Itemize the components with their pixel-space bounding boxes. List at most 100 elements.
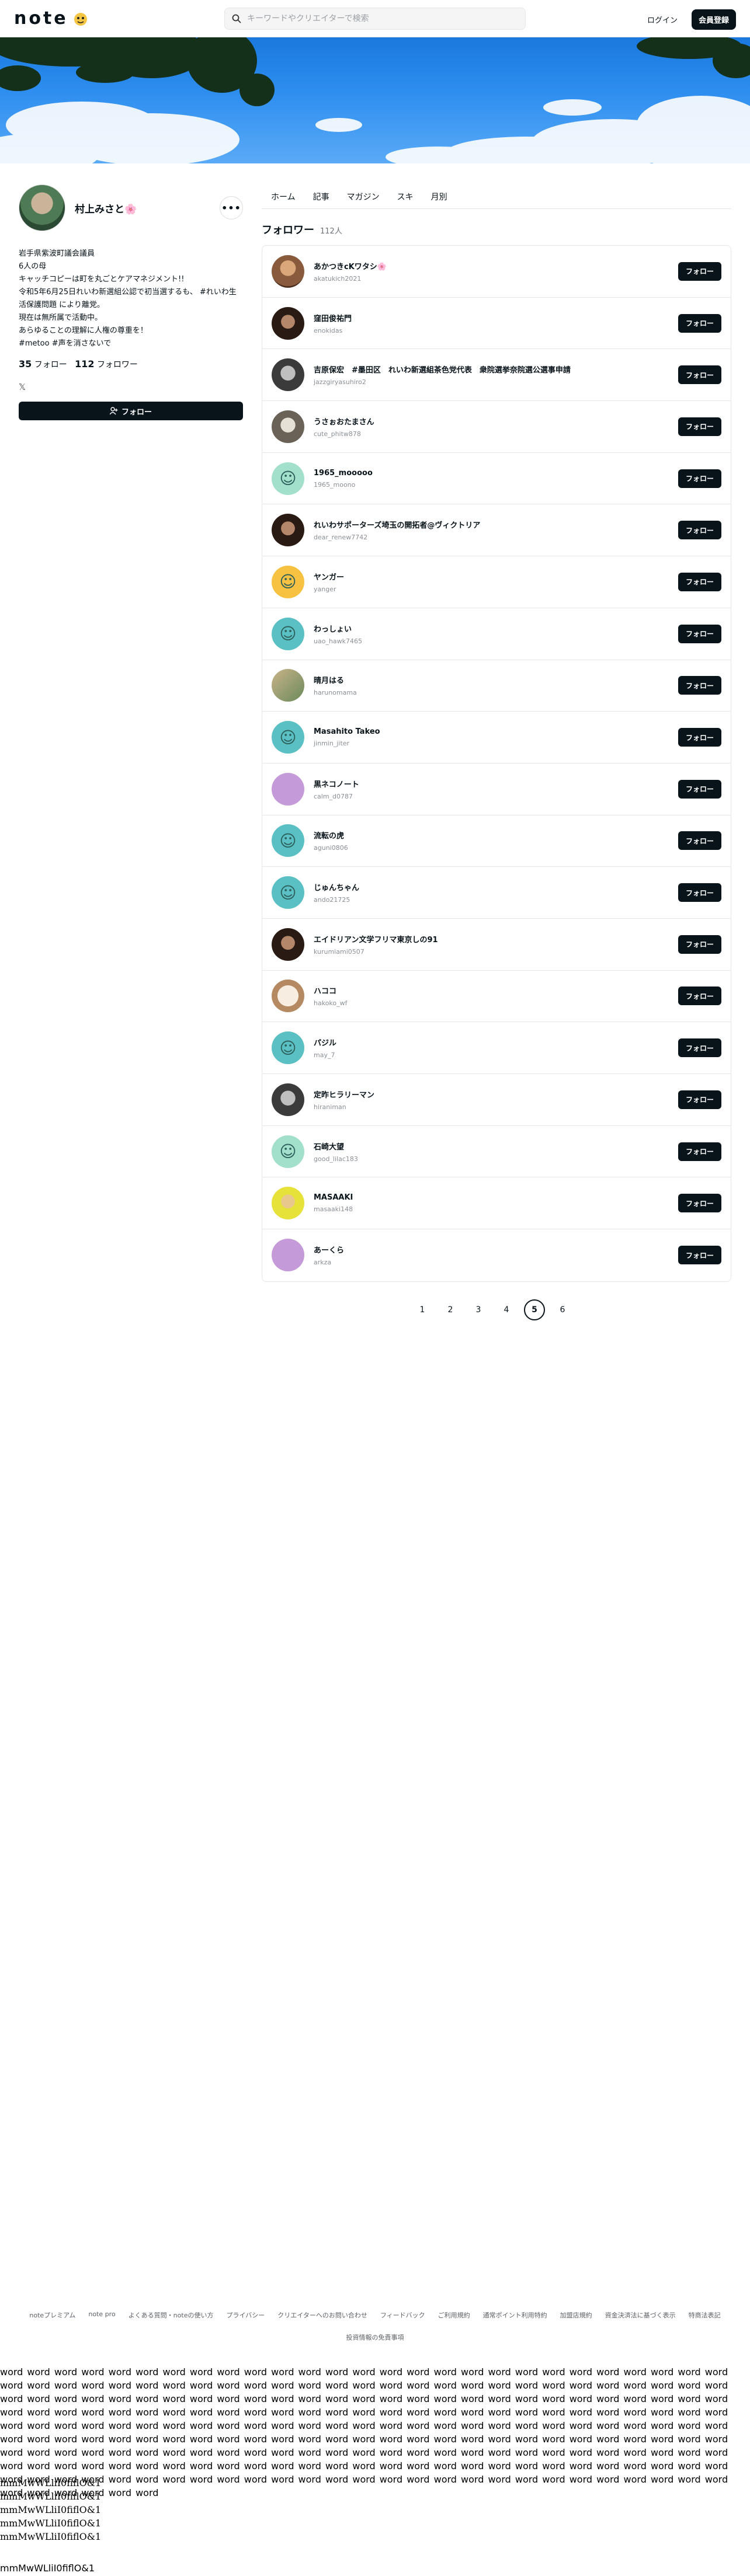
follow-button[interactable]: フォロー <box>678 779 721 799</box>
avatar[interactable] <box>272 358 304 392</box>
follower-row[interactable]: 窪田俊祐門 enokidas フォロー <box>262 298 731 350</box>
follower-row[interactable]: 定昨ヒラリーマン hiraniman フォロー <box>262 1074 731 1126</box>
avatar[interactable]: ☺ <box>272 462 304 495</box>
avatar[interactable]: ☺ <box>272 721 304 754</box>
page-button[interactable]: 1 <box>412 1299 433 1320</box>
follower-name[interactable]: わっしょい <box>314 623 678 634</box>
avatar[interactable] <box>272 1239 304 1272</box>
follower-row[interactable]: うさぉおたまさん cute_phitw878 フォロー <box>262 401 731 453</box>
follow-button[interactable]: フォロー <box>678 1038 721 1058</box>
following-label[interactable]: フォロー <box>34 360 67 370</box>
follow-button[interactable]: フォロー <box>678 831 721 850</box>
follow-button[interactable]: フォロー <box>678 728 721 747</box>
follower-name[interactable]: じゅんちゃん <box>314 881 678 893</box>
follower-row[interactable]: ☺ 流転の虎 aguni0806 フォロー <box>262 815 731 867</box>
followers-label[interactable]: フォロワー <box>97 360 138 370</box>
footer-link[interactable]: フィードバック <box>380 2310 425 2320</box>
page-button[interactable]: 5 <box>524 1299 545 1320</box>
footer-link[interactable]: プライバシー <box>226 2310 265 2320</box>
follower-name[interactable]: うさぉおたまさん <box>314 416 678 427</box>
follower-row[interactable]: ハココ hakoko_wf フォロー <box>262 971 731 1023</box>
follower-name[interactable]: 定昨ヒラリーマン <box>314 1089 678 1100</box>
follower-name[interactable]: 1965_mooooo <box>314 469 678 477</box>
follow-button[interactable]: フォロー <box>19 402 243 420</box>
follower-row[interactable]: あかつきcKワタシ🌸 akatukich2021 フォロー <box>262 246 731 298</box>
tab-likes[interactable]: スキ <box>397 191 414 203</box>
avatar[interactable] <box>272 979 304 1013</box>
avatar[interactable]: ☺ <box>272 617 304 650</box>
follower-name[interactable]: 窪田俊祐門 <box>314 312 678 323</box>
follower-name[interactable]: ハココ <box>314 985 678 996</box>
avatar[interactable] <box>19 184 65 231</box>
follow-button[interactable]: フォロー <box>678 417 721 436</box>
avatar[interactable] <box>272 514 304 547</box>
follower-name[interactable]: 流転の虎 <box>314 829 678 841</box>
follower-name[interactable]: 晴月はる <box>314 674 678 685</box>
tab-monthly[interactable]: 月別 <box>431 191 447 203</box>
follower-name[interactable]: れいわサポーターズ埼玉の開拓者@ヴィクトリア <box>314 519 678 530</box>
follower-name[interactable]: あーくら <box>314 1244 678 1255</box>
avatar[interactable]: ☺ <box>272 1031 304 1065</box>
follow-button[interactable]: フォロー <box>678 1090 721 1109</box>
follow-button[interactable]: フォロー <box>678 572 721 591</box>
footer-link[interactable]: note pro <box>88 2310 115 2320</box>
footer-link[interactable]: ご利用規約 <box>438 2310 470 2320</box>
follower-row[interactable]: ☺ 1965_mooooo 1965_moono フォロー <box>262 453 731 505</box>
signup-button[interactable]: 会員登録 <box>691 9 736 30</box>
x-twitter-icon[interactable]: 𝕏 <box>19 382 243 392</box>
note-logo[interactable]: note <box>14 8 89 29</box>
follower-name[interactable]: ヤンガー <box>314 571 678 582</box>
avatar[interactable] <box>272 772 304 806</box>
follower-row[interactable]: ☺ 石崎大望 good_lilac183 フォロー <box>262 1126 731 1178</box>
footer-link[interactable]: 資金決済法に基づく表示 <box>605 2310 676 2320</box>
follow-button[interactable]: フォロー <box>678 313 721 333</box>
follower-row[interactable]: MASAAKI masaaki148 フォロー <box>262 1177 731 1230</box>
avatar[interactable] <box>272 255 304 288</box>
search-box[interactable] <box>224 8 526 30</box>
footer-link[interactable]: クリエイターへのお問い合わせ <box>277 2310 367 2320</box>
page-button[interactable]: 4 <box>496 1299 517 1320</box>
following-count[interactable]: 35 <box>19 358 32 370</box>
avatar[interactable] <box>272 669 304 702</box>
follower-row[interactable]: 吉原保宏 #墨田区 れいわ新選組茶色党代表 衆院選挙奈院選公選事申請 jazzgi… <box>262 349 731 402</box>
follow-button[interactable]: フォロー <box>678 624 721 643</box>
follow-button[interactable]: フォロー <box>678 1142 721 1161</box>
tab-articles[interactable]: 記事 <box>313 191 329 203</box>
profile-name[interactable]: 村上みさと🌸 <box>75 201 220 215</box>
footer-link[interactable]: よくある質問・noteの使い方 <box>129 2310 214 2320</box>
page-button[interactable]: 3 <box>468 1299 489 1320</box>
follower-row[interactable]: 晴月はる harunomama フォロー <box>262 660 731 712</box>
tab-home[interactable]: ホーム <box>271 191 296 203</box>
follow-button[interactable]: フォロー <box>678 469 721 488</box>
follow-button[interactable]: フォロー <box>678 883 721 902</box>
avatar[interactable] <box>272 928 304 961</box>
follow-button[interactable]: フォロー <box>678 365 721 385</box>
follower-row[interactable]: れいわサポーターズ埼玉の開拓者@ヴィクトリア dear_renew7742 フォロー <box>262 504 731 557</box>
follower-name[interactable]: MASAAKI <box>314 1193 678 1202</box>
page-button[interactable]: 2 <box>440 1299 461 1320</box>
follower-row[interactable]: あーくら arkza フォロー <box>262 1229 731 1281</box>
footer-link[interactable]: 特商法表記 <box>689 2310 721 2320</box>
follower-name[interactable]: あかつきcKワタシ🌸 <box>314 260 678 271</box>
avatar[interactable]: ☺ <box>272 565 304 598</box>
footer-link[interactable]: noteプレミアム <box>29 2310 75 2320</box>
avatar[interactable] <box>272 1187 304 1220</box>
avatar[interactable] <box>272 306 304 340</box>
follower-name[interactable]: 吉原保宏 #墨田区 れいわ新選組茶色党代表 衆院選挙奈院選公選事申請 <box>314 364 678 375</box>
follower-name[interactable]: Masahito Takeo <box>314 727 678 736</box>
follower-name[interactable]: エイドリアン文学フリマ東京しの91 <box>314 933 678 944</box>
avatar[interactable] <box>272 1083 304 1116</box>
follower-row[interactable]: エイドリアン文学フリマ東京しの91 kurumiami0507 フォロー <box>262 919 731 971</box>
tab-magazines[interactable]: マガジン <box>347 191 380 203</box>
follow-button[interactable]: フォロー <box>678 935 721 954</box>
follower-name[interactable]: 黒ネコノート <box>314 778 678 789</box>
avatar[interactable]: ☺ <box>272 824 304 857</box>
follow-button[interactable]: フォロー <box>678 1194 721 1213</box>
follower-name[interactable]: 石崎大望 <box>314 1141 678 1152</box>
more-options-button[interactable]: ••• <box>220 196 243 219</box>
follower-row[interactable]: ☺ わっしょい uao_hawk7465 フォロー <box>262 608 731 660</box>
follower-row[interactable]: ☺ Masahito Takeo jinmin_jiter フォロー <box>262 712 731 764</box>
follower-name[interactable]: パジル <box>314 1037 678 1048</box>
page-button[interactable]: 6 <box>552 1299 573 1320</box>
login-button[interactable]: ログイン <box>641 9 683 30</box>
